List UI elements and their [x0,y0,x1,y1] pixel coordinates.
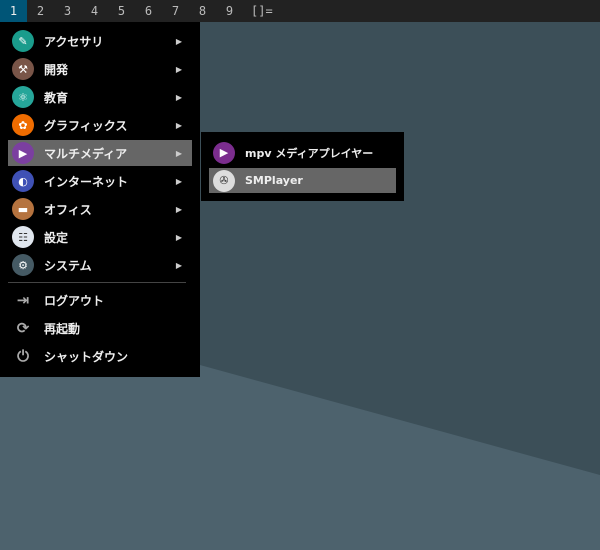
accessories-icon: ✎ [12,30,34,52]
menu-item-label: 開発 [44,62,69,77]
workspace-4[interactable]: 4 [81,0,108,22]
submenu-arrow-icon: ▶ [175,232,182,242]
submenu-arrow-icon: ▶ [175,64,182,74]
menu-item-accessories[interactable]: ✎ アクセサリ ▶ [8,28,192,54]
submenu-arrow-icon: ▶ [175,92,182,102]
menu-item-education[interactable]: ⚛ 教育 ▶ [8,84,192,110]
menu-item-label: mpv メディアプレイヤー [245,146,374,160]
menu-item-office[interactable]: ▬ オフィス ▶ [8,196,192,222]
logout-icon: ⇥ [16,291,30,309]
submenu-arrow-icon: ▶ [175,148,182,158]
menu-item-shutdown[interactable]: ⏻ シャットダウン [8,343,192,369]
multimedia-icon: ▶ [12,142,34,164]
workspace-3[interactable]: 3 [54,0,81,22]
layout-indicator[interactable]: []= [251,0,273,22]
smplayer-icon: ✇ [213,169,235,192]
menu-item-graphics[interactable]: ✿ グラフィックス ▶ [8,112,192,138]
submenu-arrow-icon: ▶ [175,260,182,270]
top-bar: 1 2 3 4 5 6 7 8 9 []= [0,0,600,22]
app-menu: ✎ アクセサリ ▶ ⚒ 開発 ▶ ⚛ 教育 ▶ ✿ グラフィックス ▶ ▶ マルチメディア ▶ ◐ インターネッ… [0,22,200,377]
mpv-icon: ▶ [213,141,235,164]
menu-item-label: ログアウト [44,293,105,308]
workspace-5[interactable]: 5 [108,0,135,22]
system-icon: ⚙ [12,254,34,276]
development-icon: ⚒ [12,58,34,80]
menu-item-settings[interactable]: ☷ 設定 ▶ [8,224,192,250]
menu-item-label: アクセサリ [44,34,104,49]
workspace-7[interactable]: 7 [162,0,189,22]
menu-item-smplayer[interactable]: ✇ SMPlayer [209,168,396,193]
menu-item-label: グラフィックス [44,118,128,133]
menu-item-label: 教育 [44,90,69,105]
submenu-arrow-icon: ▶ [175,120,182,130]
restart-icon: ⟳ [16,319,30,337]
multimedia-submenu: ▶ mpv メディアプレイヤー ✇ SMPlayer [201,132,404,201]
menu-item-label: 設定 [44,230,69,245]
office-icon: ▬ [12,198,34,220]
submenu-arrow-icon: ▶ [175,36,182,46]
menu-item-label: マルチメディア [44,146,128,161]
menu-item-multimedia[interactable]: ▶ マルチメディア ▶ [8,140,192,166]
settings-icon: ☷ [12,226,34,248]
workspace-8[interactable]: 8 [189,0,216,22]
workspace-1[interactable]: 1 [0,0,27,22]
internet-icon: ◐ [12,170,34,192]
menu-item-system[interactable]: ⚙ システム ▶ [8,252,192,278]
menu-item-restart[interactable]: ⟳ 再起動 [8,315,192,341]
menu-item-mpv[interactable]: ▶ mpv メディアプレイヤー [209,140,396,165]
menu-item-development[interactable]: ⚒ 開発 ▶ [8,56,192,82]
shutdown-icon: ⏻ [17,347,29,365]
workspace-2[interactable]: 2 [27,0,54,22]
graphics-icon: ✿ [12,114,34,136]
menu-item-label: システム [44,258,92,273]
submenu-arrow-icon: ▶ [175,176,182,186]
menu-item-label: SMPlayer [245,174,303,187]
menu-item-label: インターネット [44,174,129,189]
menu-item-label: 再起動 [44,321,81,336]
menu-item-internet[interactable]: ◐ インターネット ▶ [8,168,192,194]
menu-separator [8,282,186,283]
workspace-6[interactable]: 6 [135,0,162,22]
menu-item-label: シャットダウン [44,349,129,364]
submenu-arrow-icon: ▶ [175,204,182,214]
menu-item-logout[interactable]: ⇥ ログアウト [8,287,192,313]
workspace-9[interactable]: 9 [216,0,243,22]
education-icon: ⚛ [12,86,34,108]
menu-item-label: オフィス [44,202,92,217]
